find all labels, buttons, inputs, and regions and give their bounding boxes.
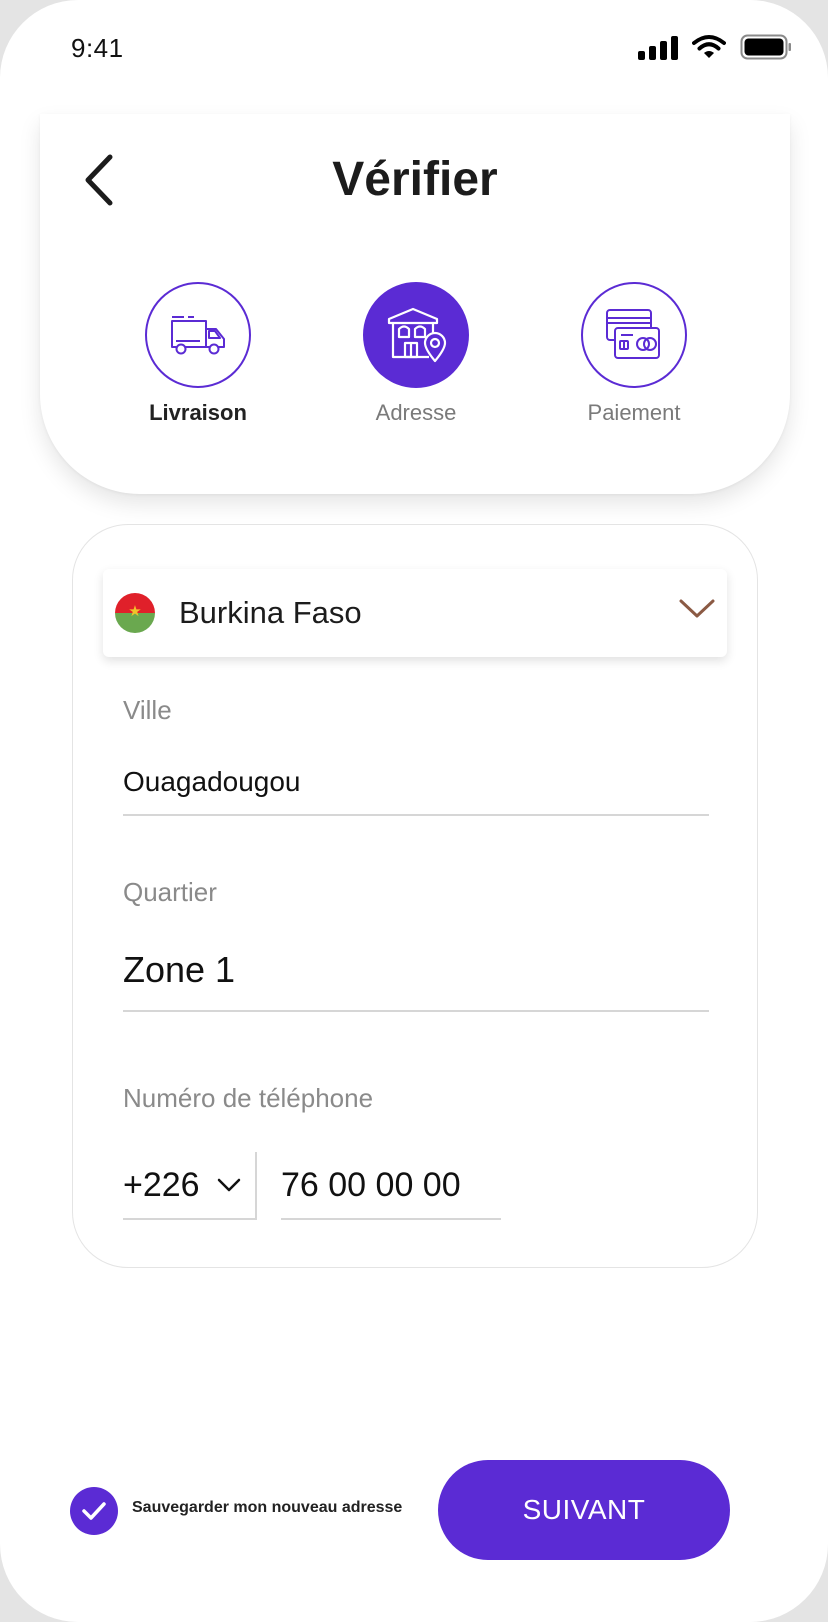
district-input[interactable] [123,942,709,1012]
burkina-faso-flag-icon: ★ [115,593,155,633]
step-adresse-circle [363,282,469,388]
city-field: Ville [123,695,709,816]
save-address-label: Sauvegarder mon nouveau adresse [132,1499,403,1516]
city-label: Ville [123,695,172,725]
address-form: ★ Burkina Faso Ville Quartier Numéro de … [72,524,758,1268]
cellular-signal-icon [638,34,678,60]
save-address-checkbox[interactable] [70,1487,118,1535]
step-livraison-circle [145,282,251,388]
step-paiement[interactable]: Paiement [554,282,714,426]
status-time: 9:41 [71,33,124,63]
truck-icon [171,316,225,355]
step-paiement-label: Paiement [587,400,681,425]
next-button[interactable]: SUIVANT [438,1460,730,1560]
credit-card-icon [606,309,660,359]
step-livraison-label: Livraison [149,400,247,425]
phone-number-input[interactable] [281,1152,501,1220]
country-value: Burkina Faso [179,595,362,630]
country-code-select[interactable]: +226 [123,1152,257,1220]
house-location-icon [387,307,447,363]
phone-row: +226 [123,1152,709,1224]
city-input[interactable] [123,762,709,816]
wifi-icon [692,34,726,60]
phone-label: Numéro de téléphone [123,1083,374,1113]
country-select[interactable]: ★ Burkina Faso [103,569,727,657]
checkout-header: Vérifier Livraison Adresse Paiement [40,114,790,494]
chevron-down-icon [679,599,715,618]
chevron-down-icon [217,1178,240,1192]
step-adresse-label: Adresse [375,400,457,425]
country-code-value: +226 [123,1165,200,1204]
phone-screen: 9:41 Vérifier Livraison Adresse Paiement… [0,0,828,1622]
phone-field: Numéro de téléphone +226 [123,1083,709,1224]
district-field: Quartier [123,877,709,1012]
page-title: Vérifier [332,153,498,206]
check-icon [82,1502,106,1520]
step-adresse[interactable]: Adresse [336,282,496,426]
step-livraison[interactable]: Livraison [118,282,278,426]
battery-icon [740,34,792,60]
status-icons [638,34,792,60]
district-label: Quartier [123,877,217,907]
step-paiement-circle [581,282,687,388]
